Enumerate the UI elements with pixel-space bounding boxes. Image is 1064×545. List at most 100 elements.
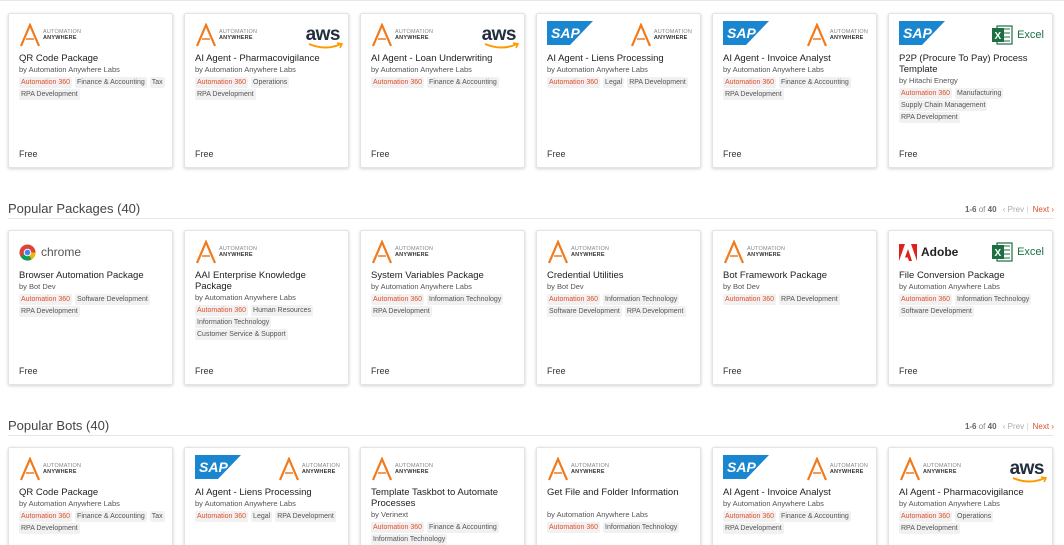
aa-line2: ANYWHERE (219, 35, 253, 41)
card-price: Free (195, 366, 214, 376)
card-price: Free (723, 366, 742, 376)
card-meta: by Hitachi Energy Automation 360 Manufactu… (899, 75, 1046, 123)
product-card[interactable]: AUTOMATION ANYWHERE System Variables Packa… (360, 230, 525, 385)
category-tag: Automation 360 (195, 511, 249, 522)
automation-anywhere-logo-text: AUTOMATION ANYWHERE (830, 463, 868, 475)
card-publisher: by Bot Dev (19, 282, 56, 291)
card-publisher: by Bot Dev (547, 282, 584, 291)
product-card[interactable]: AUTOMATION ANYWHERE Template Taskbot to Au… (360, 447, 525, 545)
section-divider (8, 218, 1054, 219)
card-tags: Automation 360 Finance & Accounting (371, 77, 518, 88)
product-card[interactable]: AUTOMATION ANYWHERE aws AI Agent - Pharmaco… (184, 13, 349, 168)
aa-line2: ANYWHERE (43, 35, 77, 41)
card-title[interactable]: Template Taskbot to Automate Processes (371, 487, 518, 509)
aa-line2: ANYWHERE (395, 469, 429, 475)
automation-anywhere-logo-text: AUTOMATION ANYWHERE (302, 463, 340, 475)
card-title[interactable]: AI Agent - Pharmacovigilance (899, 487, 1046, 498)
card-logos: AUTOMATION ANYWHERE (19, 21, 164, 49)
product-card[interactable]: AUTOMATION ANYWHERE aws AI Agent - Pharmaco… (888, 447, 1053, 545)
category-tag: Automation 360 (371, 522, 425, 533)
product-card[interactable]: AUTOMATION ANYWHERE AAI Enterprise Knowled… (184, 230, 349, 385)
product-card[interactable]: Adobe X Excel File Conversion Package by Aut… (888, 230, 1053, 385)
card-tags: Automation 360 Finance & Accounting Tax RPA… (19, 511, 166, 534)
category-tag: RPA Development (899, 523, 960, 534)
automation-anywhere-logo: AUTOMATION ANYWHERE (371, 23, 433, 47)
chrome-logo-text: chrome (41, 245, 82, 259)
next-page-link[interactable]: Next › (1033, 422, 1054, 431)
card-logos: SAP AUTOMATION ANYWHERE (723, 20, 868, 49)
excel-logo-text: Excel (1017, 29, 1044, 41)
card-title[interactable]: AI Agent - Liens Processing (547, 53, 694, 64)
product-card[interactable]: AUTOMATION ANYWHERE Bot Framework Package b… (712, 230, 877, 385)
card-title[interactable]: AAI Enterprise Knowledge Package (195, 270, 342, 292)
card-tags: Automation 360 Manufacturing Supply Chain … (899, 88, 1046, 123)
card-publisher: by Hitachi Energy (899, 76, 958, 85)
prev-page-link[interactable]: ‹ Prev (1003, 422, 1024, 431)
category-tag: RPA Development (899, 112, 960, 123)
card-title[interactable]: AI Agent - Liens Processing (195, 487, 342, 498)
section-divider (8, 435, 1054, 436)
card-title[interactable]: AI Agent - Loan Underwriting (371, 53, 518, 64)
pagination: 1-6 of 40 ‹ Prev | Next › (965, 205, 1054, 214)
category-tag: Automation 360 (19, 77, 73, 88)
card-title[interactable]: Browser Automation Package (19, 270, 166, 281)
card-title[interactable]: System Variables Package (371, 270, 518, 281)
card-meta: by Automation Anywhere Labs Automation 36… (547, 509, 694, 533)
automation-anywhere-logo-text: AUTOMATION ANYWHERE (219, 246, 257, 258)
card-title[interactable]: QR Code Package (19, 487, 166, 498)
category-tag: RPA Development (779, 294, 840, 305)
card-title[interactable]: Get File and Folder Information (547, 487, 694, 498)
svg-text:SAP: SAP (199, 459, 228, 475)
card-meta: by Verinext Automation 360 Finance & Accou… (371, 509, 518, 545)
aa-line2: ANYWHERE (301, 469, 336, 475)
card-title[interactable]: QR Code Package (19, 53, 166, 64)
card-meta: by Bot Dev Automation 360 Information Tech… (547, 281, 694, 317)
prev-page-link[interactable]: ‹ Prev (1003, 205, 1024, 214)
category-tag: Automation 360 (371, 294, 425, 305)
category-tag: Operations (251, 77, 290, 88)
card-title[interactable]: Bot Framework Package (723, 270, 870, 281)
product-card[interactable]: SAP AUTOMATION ANYWHERE AI Agent - Invoice … (712, 447, 877, 545)
aa-line2: ANYWHERE (653, 35, 688, 41)
product-card[interactable]: SAP AUTOMATION ANYWHERE AI Agent - Liens Pr… (536, 13, 701, 168)
card-logos: AUTOMATION ANYWHERE aws (195, 21, 343, 49)
card-publisher: by Automation Anywhere Labs (195, 65, 296, 74)
product-card[interactable]: AUTOMATION ANYWHERE Get File and Folder In… (536, 447, 701, 545)
card-title[interactable]: AI Agent - Invoice Analyst (723, 487, 870, 498)
excel-logo-text: Excel (1017, 246, 1044, 258)
card-title[interactable]: File Conversion Package (899, 270, 1046, 281)
card-tags: Automation 360 Information Technology Soft… (547, 294, 694, 317)
product-card[interactable]: SAP AUTOMATION ANYWHERE AI Agent - Invoice … (712, 13, 877, 168)
category-tag: Automation 360 (547, 522, 601, 533)
product-card[interactable]: AUTOMATION ANYWHERE Credential Utilities by… (536, 230, 701, 385)
automation-anywhere-logo: AUTOMATION ANYWHERE (806, 23, 868, 47)
automation-anywhere-logo: AUTOMATION ANYWHERE (19, 23, 81, 47)
automation-anywhere-logo-text: AUTOMATION ANYWHERE (395, 246, 433, 258)
category-tag: Finance & Accounting (427, 77, 499, 88)
card-title[interactable]: AI Agent - Pharmacovigilance (195, 53, 342, 64)
automation-anywhere-logo-text: AUTOMATION ANYWHERE (571, 246, 609, 258)
automation-anywhere-logo: AUTOMATION ANYWHERE (371, 457, 433, 481)
product-card[interactable]: SAP X Excel P2P (Procure To Pay) Process Te… (888, 13, 1053, 168)
card-logos: chrome (19, 238, 164, 266)
product-card[interactable]: SAP AUTOMATION ANYWHERE AI Agent - Liens Pr… (184, 447, 349, 545)
next-page-link[interactable]: Next › (1033, 205, 1054, 214)
product-card[interactable]: AUTOMATION ANYWHERE QR Code Package by Auto… (8, 447, 173, 545)
card-price: Free (371, 149, 390, 159)
category-tag: RPA Development (371, 306, 432, 317)
product-card[interactable]: AUTOMATION ANYWHERE QR Code Package by Auto… (8, 13, 173, 168)
card-title[interactable]: Credential Utilities (547, 270, 694, 281)
automation-anywhere-logo-text: AUTOMATION ANYWHERE (923, 463, 961, 475)
card-title[interactable]: P2P (Procure To Pay) Process Template (899, 53, 1046, 75)
card-title[interactable]: AI Agent - Invoice Analyst (723, 53, 870, 64)
card-meta: by Automation Anywhere Labs Automation 36… (899, 281, 1046, 317)
card-price: Free (547, 149, 566, 159)
product-card[interactable]: chrome Browser Automation Package by Bot D… (8, 230, 173, 385)
card-price: Free (19, 366, 38, 376)
aa-line2: ANYWHERE (829, 35, 864, 41)
top-divider (0, 0, 1064, 1)
card-price: Free (723, 149, 742, 159)
card-logos: AUTOMATION ANYWHERE (371, 455, 516, 483)
product-card[interactable]: AUTOMATION ANYWHERE aws AI Agent - Loan Und… (360, 13, 525, 168)
aa-line2: ANYWHERE (923, 469, 957, 475)
